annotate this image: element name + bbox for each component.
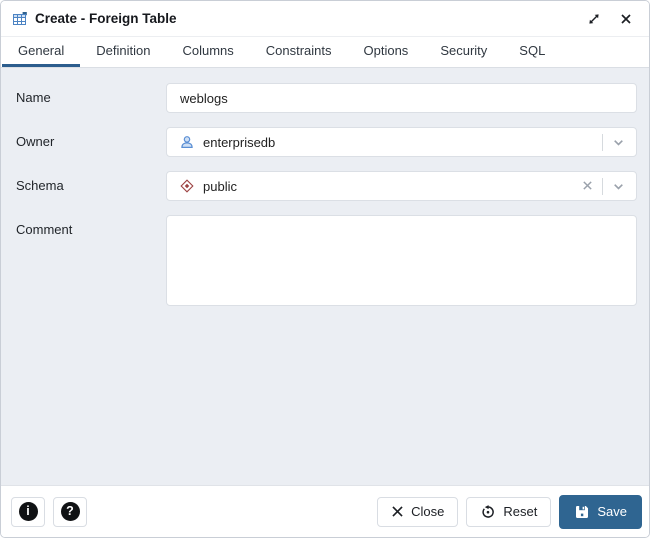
info-icon: i <box>19 502 38 521</box>
create-foreign-table-dialog: Create - Foreign Table General Definitio… <box>0 0 650 538</box>
question-icon: ? <box>61 502 80 521</box>
help-button[interactable]: ? <box>53 497 87 527</box>
owner-select-controls <box>602 134 627 151</box>
dialog-footer: i ? Close Reset <box>1 485 649 537</box>
tab-options[interactable]: Options <box>348 37 425 67</box>
schema-selected-value: public <box>179 178 580 194</box>
select-separator <box>602 134 603 151</box>
tab-sql[interactable]: SQL <box>503 37 561 67</box>
tab-general[interactable]: General <box>2 37 80 67</box>
tab-bar: General Definition Columns Constraints O… <box>1 37 649 68</box>
reset-button[interactable]: Reset <box>466 497 551 527</box>
schema-label: Schema <box>16 171 166 201</box>
foreign-table-icon <box>12 11 28 27</box>
general-tab-panel: Name Owner enterprisedb <box>1 68 649 485</box>
name-label: Name <box>16 83 166 113</box>
owner-label: Owner <box>16 127 166 157</box>
tab-columns[interactable]: Columns <box>166 37 249 67</box>
comment-label: Comment <box>16 215 166 311</box>
comment-textarea[interactable] <box>166 215 637 306</box>
schema-select-controls <box>580 178 627 195</box>
chevron-down-icon[interactable] <box>610 136 627 149</box>
schema-select[interactable]: public <box>166 171 637 201</box>
owner-value-text: enterprisedb <box>203 135 275 150</box>
clear-selection-icon[interactable] <box>580 179 595 193</box>
save-button-label: Save <box>597 504 627 519</box>
rotate-left-icon <box>480 504 496 520</box>
expand-icon[interactable] <box>585 10 603 28</box>
tab-constraints[interactable]: Constraints <box>250 37 348 67</box>
schema-diamond-icon <box>179 178 195 194</box>
comment-row: Comment <box>16 215 637 311</box>
owner-selected-value: enterprisedb <box>179 134 602 150</box>
save-floppy-icon <box>574 504 590 520</box>
schema-row: Schema public <box>16 171 637 201</box>
owner-row: Owner enterprisedb <box>16 127 637 157</box>
titlebar-actions <box>585 10 635 28</box>
tab-definition[interactable]: Definition <box>80 37 166 67</box>
close-icon[interactable] <box>617 10 635 28</box>
save-button[interactable]: Save <box>559 495 642 529</box>
close-button[interactable]: Close <box>377 497 458 527</box>
owner-select[interactable]: enterprisedb <box>166 127 637 157</box>
dialog-title: Create - Foreign Table <box>35 11 177 26</box>
dialog-titlebar: Create - Foreign Table <box>1 1 649 37</box>
name-input[interactable] <box>166 83 637 113</box>
select-separator <box>602 178 603 195</box>
name-row: Name <box>16 83 637 113</box>
schema-value-text: public <box>203 179 237 194</box>
sql-info-button[interactable]: i <box>11 497 45 527</box>
x-icon <box>391 505 404 518</box>
user-icon <box>179 134 195 150</box>
reset-button-label: Reset <box>503 504 537 519</box>
close-button-label: Close <box>411 504 444 519</box>
tab-security[interactable]: Security <box>424 37 503 67</box>
chevron-down-icon[interactable] <box>610 180 627 193</box>
